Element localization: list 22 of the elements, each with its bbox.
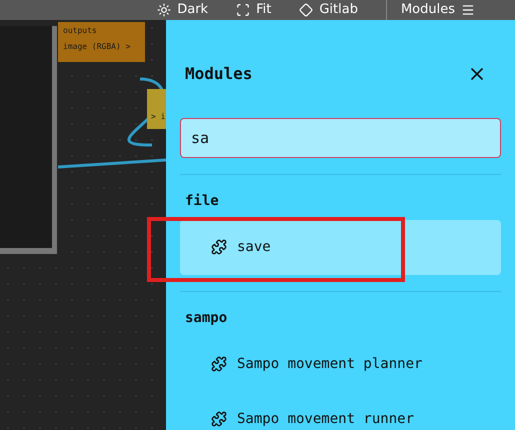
toolbar-button[interactable]: Dark (157, 0, 208, 20)
menu-icon (461, 2, 475, 17)
diamond-icon (299, 2, 314, 17)
panel-title: Modules (185, 62, 252, 84)
toolbar-button[interactable]: Fit (236, 0, 272, 20)
module-item[interactable]: save (180, 220, 501, 274)
input-node[interactable]: > i (147, 88, 166, 128)
group-heading: file (184, 192, 220, 210)
frame-icon (236, 2, 250, 17)
port-label: > i (151, 110, 166, 122)
output-node[interactable]: outputs image (RGBA) > (58, 22, 145, 62)
module-item[interactable]: Sampo movement runner (180, 392, 501, 430)
search-field[interactable]: sa (180, 118, 501, 158)
node-title: outputs (63, 24, 98, 36)
puzzle-icon (211, 239, 227, 255)
group-heading: sampo (184, 308, 228, 328)
puzzle-icon (211, 411, 227, 427)
sun-icon (157, 2, 172, 17)
port-label: image (RGBA) > (63, 40, 132, 52)
module-item[interactable]: Sampo movement planner (180, 336, 501, 392)
toolbar-button[interactable]: Gitlab (299, 0, 358, 20)
puzzle-icon (211, 356, 227, 372)
